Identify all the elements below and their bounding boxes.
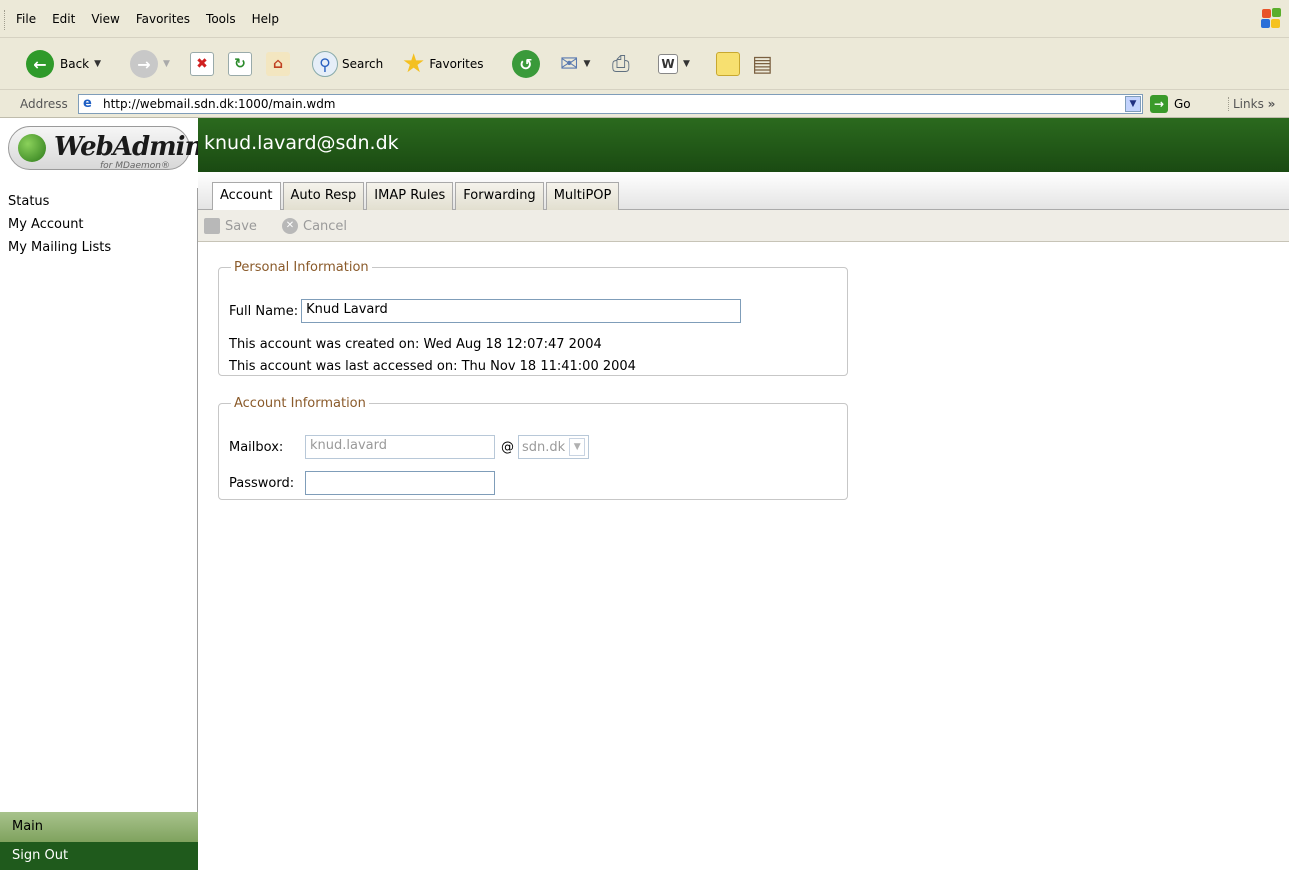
sidebar-nav: Status My Account My Mailing Lists xyxy=(0,190,198,259)
menu-file[interactable]: File xyxy=(16,12,36,26)
home-button[interactable]: ⌂ xyxy=(266,48,290,80)
address-url: http://webmail.sdn.dk:1000/main.wdm xyxy=(103,97,336,111)
save-button[interactable]: Save xyxy=(204,218,257,234)
tab-bar: Account Auto Resp IMAP Rules Forwarding … xyxy=(198,172,1289,211)
tab-account[interactable]: Account xyxy=(212,182,281,211)
windows-logo-icon xyxy=(1261,8,1283,30)
sidebar-item-my-account[interactable]: My Account xyxy=(0,213,198,236)
back-dropdown-icon[interactable]: ▼ xyxy=(94,59,101,69)
tab-forwarding[interactable]: Forwarding xyxy=(455,182,544,210)
created-text: This account was created on: Wed Aug 18 … xyxy=(229,337,602,352)
address-label: Address xyxy=(20,97,68,111)
mail-icon: ✉ xyxy=(560,51,579,77)
back-button[interactable]: ← Back ▼ xyxy=(26,48,101,80)
logo-text: WebAdmin xyxy=(54,132,203,162)
sidebar-item-my-mailing-lists[interactable]: My Mailing Lists xyxy=(0,236,198,259)
menu-bar: File Edit View Favorites Tools Help xyxy=(0,0,1289,38)
tab-auto-resp[interactable]: Auto Resp xyxy=(282,182,365,210)
forward-arrow-icon: → xyxy=(130,50,158,78)
domain-select[interactable]: sdn.dk ▼ xyxy=(518,435,590,459)
search-icon: ⚲ xyxy=(312,51,338,77)
stop-button[interactable]: ✖ xyxy=(190,48,214,80)
favorites-button[interactable]: ★ Favorites xyxy=(402,48,484,80)
mailbox-input[interactable]: knud.lavard xyxy=(305,435,495,459)
mail-button[interactable]: ✉ ▼ xyxy=(560,48,590,80)
edit-button[interactable]: W ▼ xyxy=(658,48,690,80)
home-icon: ⌂ xyxy=(266,52,290,76)
domain-value: sdn.dk xyxy=(522,439,566,455)
password-label: Password: xyxy=(229,475,295,491)
webadmin-logo-icon xyxy=(18,134,46,162)
mailbox-label: Mailbox: xyxy=(229,439,284,455)
menu-tools[interactable]: Tools xyxy=(206,12,236,26)
menu-view[interactable]: View xyxy=(91,12,119,26)
browser-toolbar: ← Back ▼ → ▼ ✖ ↻ ⌂ ⚲ Search ★ Favorites … xyxy=(0,38,1289,90)
save-disk-icon xyxy=(204,218,220,234)
tab-imap-rules[interactable]: IMAP Rules xyxy=(366,182,454,210)
personal-information-group: Personal Information Full Name: Knud Lav… xyxy=(218,260,848,376)
go-button[interactable]: → Go xyxy=(1150,95,1191,113)
back-label: Back xyxy=(60,57,90,71)
go-arrow-icon: → xyxy=(1150,95,1168,113)
personal-information-legend: Personal Information xyxy=(234,260,369,275)
full-name-label: Full Name: xyxy=(229,303,299,319)
full-name-input[interactable]: Knud Lavard xyxy=(301,299,742,323)
sidebar-main-button[interactable]: Main xyxy=(0,812,198,842)
history-button[interactable]: ↺ xyxy=(512,48,540,80)
menu-favorites[interactable]: Favorites xyxy=(136,12,190,26)
research-books-icon: ▤ xyxy=(752,51,773,77)
account-information-group: Account Information Mailbox: knud.lavard… xyxy=(218,396,848,500)
address-bar: Address e http://webmail.sdn.dk:1000/mai… xyxy=(0,90,1289,118)
search-button[interactable]: ⚲ Search xyxy=(312,48,383,80)
edit-dropdown-icon[interactable]: ▼ xyxy=(683,59,690,69)
print-button[interactable]: ⎙ xyxy=(612,48,630,80)
logo-subtitle: for MDaemon® xyxy=(100,161,170,171)
links-toolbar[interactable]: Links » xyxy=(1228,97,1275,111)
favorites-star-icon: ★ xyxy=(402,49,426,79)
sidebar-item-status[interactable]: Status xyxy=(0,190,198,213)
discuss-button[interactable] xyxy=(716,48,740,80)
menu-help[interactable]: Help xyxy=(252,12,279,26)
action-bar: Save ✕ Cancel xyxy=(198,210,1289,242)
refresh-button[interactable]: ↻ xyxy=(228,48,252,80)
ie-page-icon: e xyxy=(83,96,92,111)
page-header: knud.lavard@sdn.dk xyxy=(198,118,1289,172)
accessed-text: This account was last accessed on: Thu N… xyxy=(229,359,636,374)
cancel-button[interactable]: ✕ Cancel xyxy=(282,218,347,234)
note-icon xyxy=(716,52,740,76)
account-information-legend: Account Information xyxy=(234,396,366,411)
print-icon: ⎙ xyxy=(612,51,630,77)
cancel-icon: ✕ xyxy=(282,218,298,234)
links-label: Links xyxy=(1233,97,1264,111)
menu-edit[interactable]: Edit xyxy=(52,12,75,26)
search-label: Search xyxy=(342,57,384,71)
back-arrow-icon: ← xyxy=(26,50,54,78)
save-label: Save xyxy=(225,218,257,234)
stop-icon: ✖ xyxy=(190,52,214,76)
address-dropdown-icon[interactable]: ▼ xyxy=(1125,96,1141,112)
mail-dropdown-icon[interactable]: ▼ xyxy=(583,59,590,69)
word-edit-icon: W xyxy=(658,54,678,74)
forward-dropdown-icon: ▼ xyxy=(163,59,170,69)
refresh-icon: ↻ xyxy=(228,52,252,76)
research-button[interactable]: ▤ xyxy=(752,48,773,80)
sidebar: WebAdmin for MDaemon® Status My Account … xyxy=(0,118,203,870)
forward-button[interactable]: → ▼ xyxy=(130,48,170,80)
password-input[interactable] xyxy=(305,471,495,495)
logo: WebAdmin for MDaemon® xyxy=(0,118,203,188)
tab-multipop[interactable]: MultiPOP xyxy=(545,182,620,210)
history-icon: ↺ xyxy=(512,50,540,78)
cancel-label: Cancel xyxy=(303,218,348,234)
page-title: knud.lavard@sdn.dk xyxy=(204,132,399,154)
address-input[interactable]: e http://webmail.sdn.dk:1000/main.wdm ▼ xyxy=(78,94,1143,114)
favorites-label: Favorites xyxy=(429,57,484,71)
sign-out-button[interactable]: Sign Out xyxy=(0,842,198,870)
chevron-down-icon: ▼ xyxy=(569,438,586,456)
at-sign: @ xyxy=(501,439,514,455)
menu-grip xyxy=(4,10,7,30)
go-label: Go xyxy=(1174,97,1191,111)
